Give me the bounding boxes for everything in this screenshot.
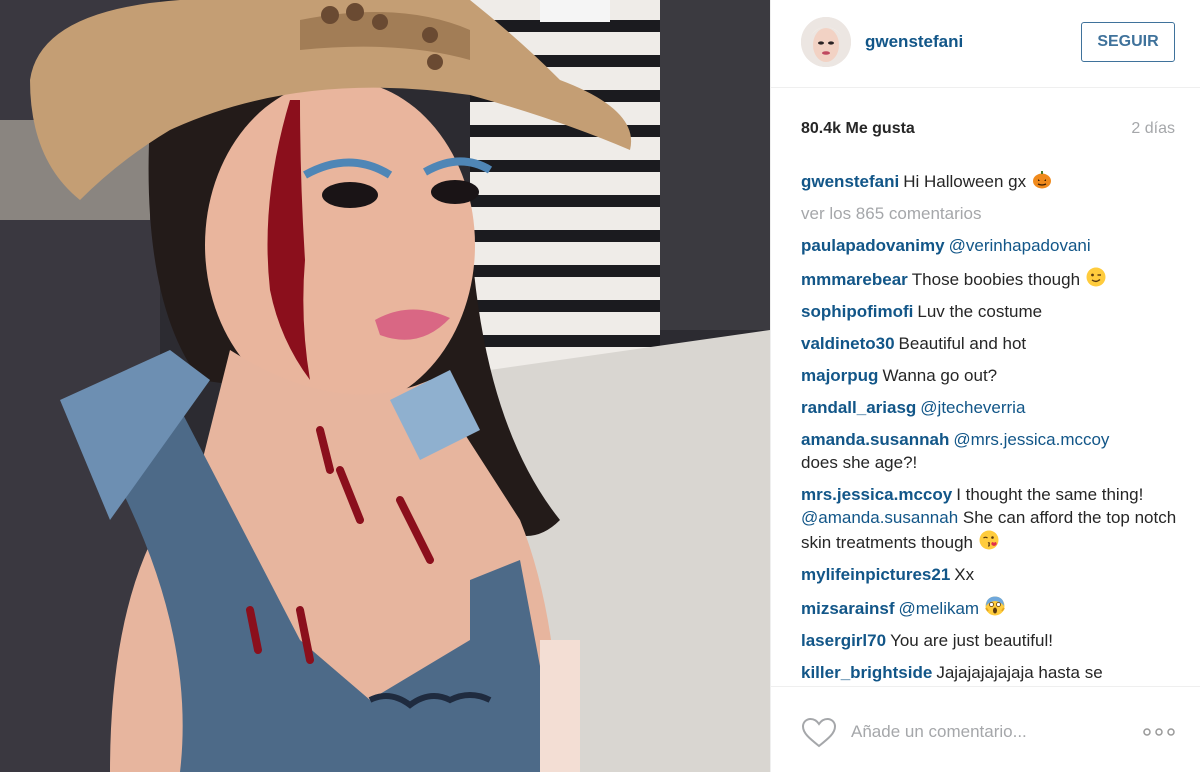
comment-item: sophipofimofi Luv the costume	[801, 300, 1181, 323]
comment-username[interactable]: sophipofimofi	[801, 302, 913, 321]
comment-item: mizsarainsf @melikam	[801, 595, 1181, 620]
comment-mention[interactable]: @jtecheverria	[920, 398, 1025, 417]
caption: gwenstefani Hi Halloween gx	[801, 168, 1181, 193]
comment-item: mmmarebear Those boobies though	[801, 266, 1181, 291]
scream-emoji-icon	[984, 596, 1005, 616]
comment-username[interactable]: mizsarainsf	[801, 599, 895, 618]
comment-username[interactable]: mmmarebear	[801, 270, 908, 289]
post-author-username[interactable]: gwenstefani	[865, 32, 963, 52]
avatar[interactable]	[801, 17, 851, 67]
caption-text: Hi Halloween gx	[903, 172, 1027, 191]
comment-item: amanda.susannah @mrs.jessica.mccoy does sh…	[801, 428, 1181, 474]
follow-button[interactable]: SEGUIR	[1081, 22, 1175, 62]
comment-item: mylifeinpictures21 Xx	[801, 563, 1181, 586]
kiss-emoji-icon	[979, 530, 999, 550]
comment-item: majorpug Wanna go out?	[801, 364, 1181, 387]
post-side-panel: gwenstefani SEGUIR 80.4k Me gusta 2 días…	[770, 0, 1200, 772]
comment-item: lasergirl70 You are just beautiful!	[801, 629, 1181, 652]
comment-item: randall_ariasg @jtecheverria	[801, 396, 1181, 419]
comment-text: Luv the costume	[917, 302, 1043, 321]
post-image	[0, 0, 770, 772]
pumpkin-emoji-icon	[1032, 171, 1051, 189]
comment-text: Wanna go out?	[882, 366, 998, 385]
post-footer	[771, 686, 1200, 772]
caption-username[interactable]: gwenstefani	[801, 172, 899, 191]
comment-username[interactable]: majorpug	[801, 366, 878, 385]
comment-mention[interactable]: @mrs.jessica.mccoy	[953, 430, 1109, 449]
comment-item: killer_brightside Jajajajajajaja hasta se	[801, 661, 1181, 684]
comment-username[interactable]: lasergirl70	[801, 631, 886, 650]
post-header: gwenstefani SEGUIR	[771, 0, 1200, 88]
comment-username[interactable]: mylifeinpictures21	[801, 565, 950, 584]
comment-mention[interactable]: @melikam	[899, 599, 980, 618]
comment-text: Those boobies though	[911, 270, 1081, 289]
comment-username[interactable]: killer_brightside	[801, 663, 932, 682]
comment-text: Jajajajajajaja hasta se	[936, 663, 1103, 682]
comment-mention[interactable]: @verinhapadovani	[949, 236, 1091, 255]
comment-item: paulapadovanimy @verinhapadovani	[801, 234, 1181, 257]
comment-username[interactable]: valdineto30	[801, 334, 895, 353]
ellipsis-icon[interactable]	[1141, 725, 1177, 739]
comment-item: mrs.jessica.mccoy I thought the same thin…	[801, 483, 1181, 554]
comment-text: Xx	[954, 565, 975, 584]
comment-text: You are just beautiful!	[890, 631, 1053, 650]
comment-text: Beautiful and hot	[898, 334, 1027, 353]
comments-list: gwenstefani Hi Halloween gx ver los 865 c…	[801, 168, 1181, 688]
comment-text-before: I thought the same thing!	[956, 485, 1144, 504]
comment-username[interactable]: paulapadovanimy	[801, 236, 945, 255]
comment-text: does she age?!	[801, 453, 918, 472]
wink-emoji-icon	[1086, 267, 1106, 287]
comment-item: valdineto30 Beautiful and hot	[801, 332, 1181, 355]
view-all-comments-link[interactable]: ver los 865 comentarios	[801, 202, 1181, 225]
add-comment-input[interactable]	[851, 717, 1121, 747]
avatar-image	[801, 17, 851, 67]
comment-username[interactable]: amanda.susannah	[801, 430, 949, 449]
comment-mention[interactable]: @amanda.susannah	[801, 508, 958, 527]
post-stats: 80.4k Me gusta 2 días	[801, 120, 1175, 142]
likes-count[interactable]: 80.4k Me gusta	[801, 120, 915, 138]
comment-username[interactable]: randall_ariasg	[801, 398, 916, 417]
post-time[interactable]: 2 días	[1131, 120, 1175, 138]
comment-username[interactable]: mrs.jessica.mccoy	[801, 485, 952, 504]
heart-outline-icon[interactable]	[801, 717, 837, 749]
post-photo[interactable]	[0, 0, 770, 772]
